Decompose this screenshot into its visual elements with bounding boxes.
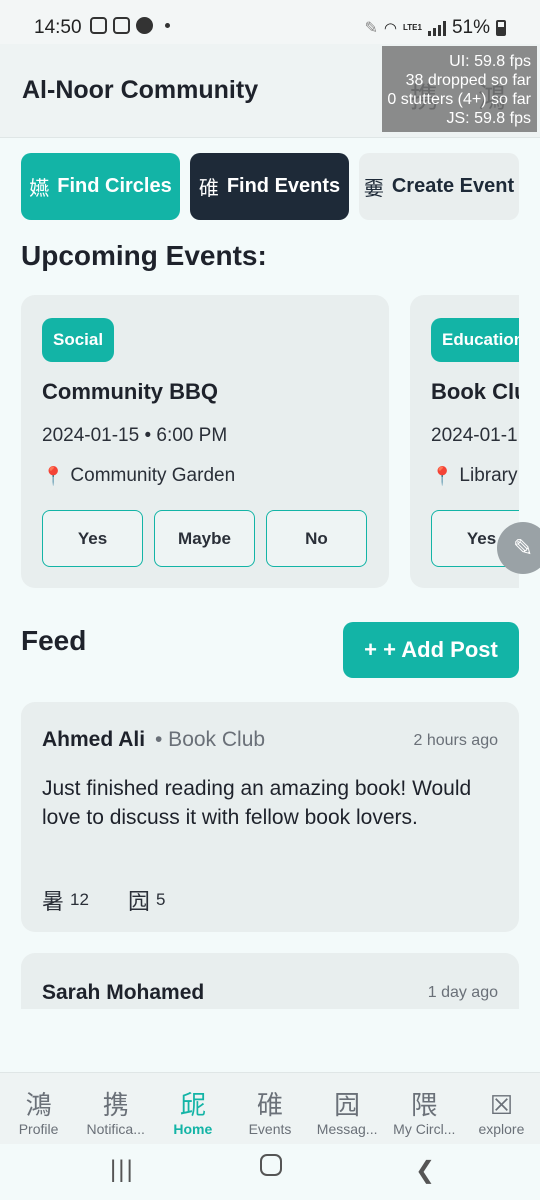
perf-js-fps: JS: 59.8 fps	[446, 110, 532, 127]
nav-label: explore	[478, 1121, 525, 1137]
feed-title: Feed	[21, 625, 87, 656]
nav-label: Profile	[18, 1121, 59, 1137]
comment-button[interactable]: 囥 5	[128, 884, 165, 916]
location-pin-icon: 📍	[431, 465, 454, 486]
profile-icon: 鴻	[25, 1090, 52, 1120]
event-datetime: 2024-01-1	[431, 425, 518, 446]
chat-icon	[136, 17, 153, 34]
bottom-nav: 鴻 Profile 携 Notifica... 屔 Home 碓 Events …	[0, 1072, 540, 1144]
comment-count: 5	[156, 890, 166, 909]
app-title: Al-Noor Community	[22, 76, 259, 104]
event-title: Book Club	[431, 379, 519, 404]
rsvp-maybe-button[interactable]: Maybe	[154, 510, 255, 567]
notification-icon: 携	[102, 1090, 129, 1120]
post-time: 1 day ago	[427, 984, 498, 1001]
nav-label: Events	[248, 1121, 292, 1137]
event-category-badge: Social	[42, 318, 115, 362]
create-event-label: Create Event	[391, 175, 515, 197]
location-pin-icon: 📍	[42, 465, 65, 486]
back-icon[interactable]: ❮	[415, 1156, 435, 1185]
post-card[interactable]: Ahmed Ali • Book Club 2 hours ago Just f…	[21, 702, 519, 932]
find-events-label: Find Events	[226, 175, 341, 197]
gallery-icon	[113, 17, 130, 34]
recent-apps-icon[interactable]: |||	[110, 1156, 135, 1184]
find-circles-label: Find Circles	[57, 175, 172, 197]
comment-icon: 囥	[128, 889, 151, 914]
post-author[interactable]: Ahmed Ali	[42, 728, 145, 752]
perf-ui-fps: UI: 59.8 fps	[449, 53, 531, 70]
post-circle[interactable]: • Book Club	[155, 728, 265, 752]
events-icon: 碓	[198, 178, 219, 200]
nav-label: Notifica...	[86, 1121, 145, 1137]
home-icon: 屔	[179, 1090, 206, 1120]
nav-profile[interactable]: 鴻 Profile	[0, 1073, 77, 1144]
event-card[interactable]: Social Community BBQ 2024-01-15 • 6:00 P…	[21, 295, 389, 588]
nav-home[interactable]: 屔 Home	[154, 1073, 231, 1144]
like-count: 12	[70, 890, 89, 909]
post-card[interactable]: Sarah Mohamed 1 day ago	[21, 953, 519, 1009]
pencil-icon: ✎	[512, 534, 534, 562]
event-location: Library	[459, 465, 518, 486]
perf-dropped: 38 dropped so far	[405, 72, 531, 89]
post-author[interactable]: Sarah Mohamed	[42, 981, 204, 1005]
battery-percent: 51%	[451, 17, 490, 38]
rsvp-no-button[interactable]: No	[266, 510, 367, 567]
quick-actions: 嬿 Find Circles 碓 Find Events 嫑 Create Ev…	[21, 153, 519, 220]
event-location: Community Garden	[70, 465, 236, 486]
circles-icon: 嬿	[29, 178, 50, 200]
events-icon: 碓	[256, 1090, 283, 1120]
circles-icon: 隈	[411, 1090, 438, 1120]
signal-icon	[427, 20, 446, 36]
event-title: Community BBQ	[42, 379, 218, 404]
nav-events[interactable]: 碓 Events	[231, 1073, 308, 1144]
event-datetime: 2024-01-15 • 6:00 PM	[42, 425, 228, 446]
find-events-button[interactable]: 碓 Find Events	[190, 153, 349, 220]
event-category-badge: Education	[431, 318, 519, 362]
battery-icon	[496, 20, 506, 36]
edit-fab-button[interactable]: ✎	[497, 522, 540, 574]
explore-icon: ☒	[489, 1090, 514, 1120]
status-time: 14:50	[34, 17, 82, 38]
home-system-icon[interactable]	[260, 1154, 282, 1176]
nav-my-circles[interactable]: 隈 My Circl...	[386, 1073, 463, 1144]
nav-label: My Circl...	[393, 1121, 456, 1137]
system-nav-bar: ||| ❮	[0, 1144, 540, 1200]
add-post-button[interactable]: + + Add Post	[343, 622, 519, 678]
nav-notifications[interactable]: 携 Notifica...	[77, 1073, 154, 1144]
like-button[interactable]: 暑 12	[42, 884, 89, 916]
wifi-icon: ◠	[383, 20, 397, 37]
upcoming-events-title: Upcoming Events:	[21, 240, 267, 271]
pen-icon: ✎	[364, 20, 378, 37]
nav-messages[interactable]: 囥 Messag...	[309, 1073, 386, 1144]
network-label: LTE1	[403, 23, 422, 32]
perf-overlay: UI: 59.8 fps 38 dropped so far 0 stutter…	[382, 46, 537, 132]
find-circles-button[interactable]: 嬿 Find Circles	[21, 153, 180, 220]
more-notifications-icon	[165, 23, 170, 28]
events-carousel[interactable]: Social Community BBQ 2024-01-15 • 6:00 P…	[21, 295, 519, 588]
nav-label: Home	[173, 1121, 213, 1137]
status-bar: 14:50 ✎ ◠ LTE1 51%	[0, 0, 540, 44]
messages-icon: 囥	[334, 1090, 361, 1120]
post-body: Just finished reading an amazing book! W…	[42, 777, 472, 829]
nav-label: Messag...	[316, 1121, 378, 1137]
create-event-button[interactable]: 嫑 Create Event	[359, 153, 519, 220]
rsvp-yes-button[interactable]: Yes	[42, 510, 143, 567]
instagram-icon	[90, 17, 107, 34]
nav-explore[interactable]: ☒ explore	[463, 1073, 540, 1144]
create-icon: 嫑	[363, 178, 384, 200]
post-time: 2 hours ago	[413, 732, 498, 749]
like-icon: 暑	[42, 889, 65, 914]
perf-stutters: 0 stutters (4+) so far	[387, 91, 531, 108]
